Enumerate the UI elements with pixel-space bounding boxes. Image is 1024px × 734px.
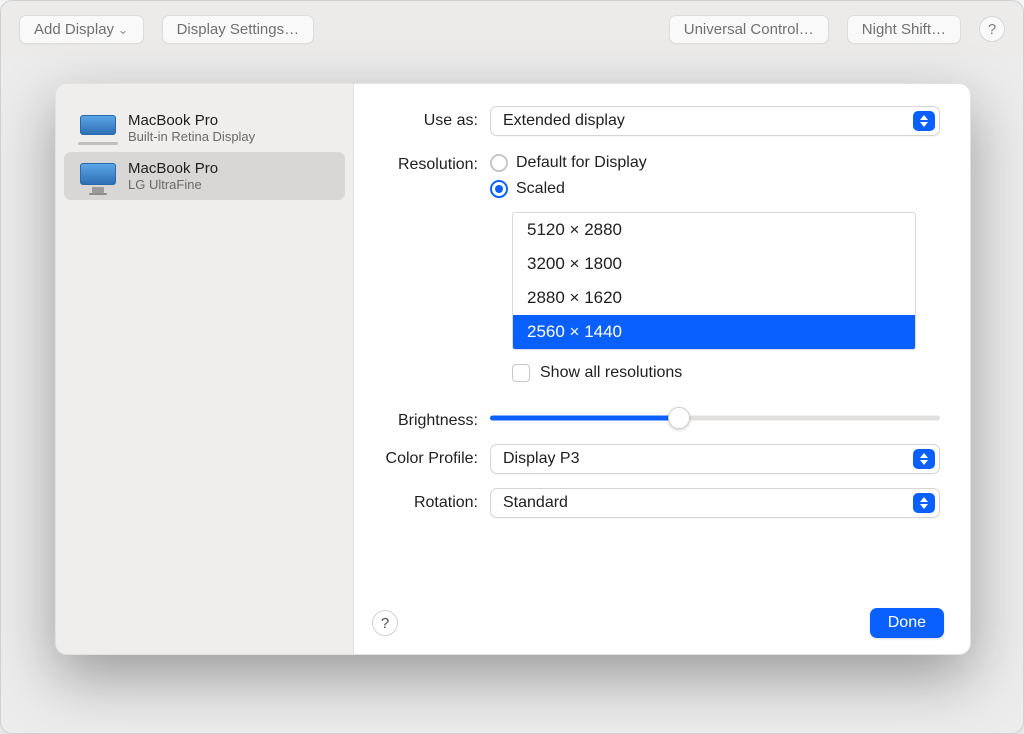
display-settings-button[interactable]: Display Settings…	[162, 15, 315, 44]
color-profile-value: Display P3	[503, 450, 579, 468]
display-sidebar-item[interactable]: MacBook ProLG UltraFine	[64, 152, 345, 200]
universal-control-button[interactable]: Universal Control…	[669, 15, 829, 44]
rotation-select[interactable]: Standard	[490, 488, 940, 518]
night-shift-button[interactable]: Night Shift…	[847, 15, 961, 44]
resolution-option[interactable]: 5120 × 2880	[513, 213, 915, 247]
radio-icon	[490, 180, 508, 198]
resolution-list: 5120 × 28803200 × 18002880 × 16202560 × …	[512, 212, 916, 350]
sheet-help-button[interactable]: ?	[372, 610, 398, 636]
display-item-title: MacBook Pro	[128, 160, 218, 177]
display-settings-sheet: MacBook ProBuilt-in Retina Display MacBo…	[55, 83, 971, 655]
resolution-scaled-label: Scaled	[516, 180, 565, 198]
use-as-select[interactable]: Extended display	[490, 106, 940, 136]
display-list-sidebar: MacBook ProBuilt-in Retina Display MacBo…	[56, 84, 354, 654]
resolution-scaled-radio[interactable]: Scaled	[490, 176, 940, 202]
select-stepper-icon	[913, 449, 935, 469]
checkbox-icon	[512, 364, 530, 382]
use-as-label: Use as:	[372, 106, 490, 130]
display-item-subtitle: Built-in Retina Display	[128, 129, 255, 144]
resolution-default-radio[interactable]: Default for Display	[490, 150, 940, 176]
select-stepper-icon	[913, 111, 935, 131]
help-button[interactable]: ?	[979, 16, 1005, 42]
brightness-label: Brightness:	[372, 406, 490, 430]
use-as-value: Extended display	[503, 112, 625, 130]
slider-thumb[interactable]	[668, 407, 690, 429]
slider-fill	[490, 416, 679, 421]
color-profile-label: Color Profile:	[372, 444, 490, 468]
display-icon	[80, 163, 116, 189]
rotation-label: Rotation:	[372, 488, 490, 512]
add-display-button[interactable]: Add Display	[19, 15, 144, 44]
display-item-title: MacBook Pro	[128, 112, 255, 129]
display-icon	[80, 115, 116, 141]
resolution-default-label: Default for Display	[516, 154, 647, 172]
rotation-value: Standard	[503, 494, 568, 512]
display-settings-panel: Use as: Extended display Resolution: Def…	[354, 84, 970, 654]
resolution-option[interactable]: 2560 × 1440	[513, 315, 915, 349]
show-all-resolutions-label: Show all resolutions	[540, 364, 682, 382]
select-stepper-icon	[913, 493, 935, 513]
color-profile-select[interactable]: Display P3	[490, 444, 940, 474]
resolution-option[interactable]: 2880 × 1620	[513, 281, 915, 315]
resolution-label: Resolution:	[372, 150, 490, 174]
bottom-toolbar: Add Display Display Settings… Universal …	[1, 1, 1023, 57]
show-all-resolutions-checkbox[interactable]: Show all resolutions	[512, 364, 940, 382]
display-item-subtitle: LG UltraFine	[128, 177, 218, 192]
display-sidebar-item[interactable]: MacBook ProBuilt-in Retina Display	[64, 104, 345, 152]
radio-icon	[490, 154, 508, 172]
done-button[interactable]: Done	[870, 608, 944, 638]
resolution-option[interactable]: 3200 × 1800	[513, 247, 915, 281]
brightness-slider[interactable]	[490, 406, 940, 430]
